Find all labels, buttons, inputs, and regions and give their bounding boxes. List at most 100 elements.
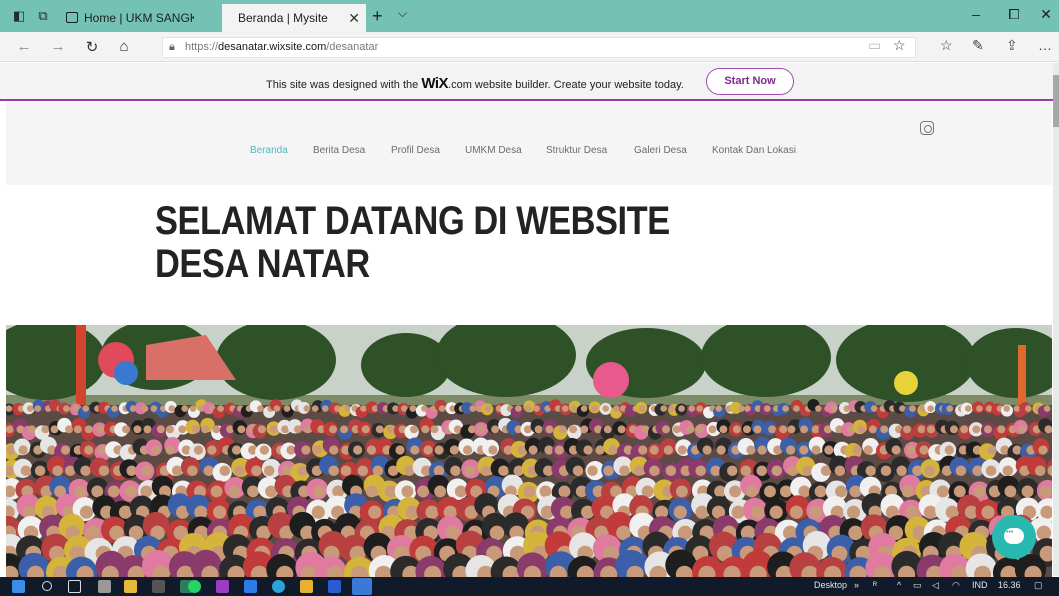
crowd-face: [303, 405, 311, 412]
people-tray-icon[interactable]: ᴿ: [873, 580, 877, 590]
chrome-icon[interactable]: [300, 580, 313, 593]
forward-button[interactable]: →: [48, 38, 68, 55]
more-icon[interactable]: …: [1038, 37, 1052, 53]
chevron-down-icon[interactable]: ⌵: [398, 6, 407, 21]
reading-view-icon[interactable]: ▭: [868, 37, 881, 54]
nav-item-kontak-lokasi[interactable]: Kontak Dan Lokasi: [712, 145, 796, 156]
crowd-face: [192, 425, 200, 434]
crowd-face: [63, 405, 70, 412]
close-tab-icon[interactable]: ✕: [348, 4, 360, 32]
wix-banner-text: This site was designed with the WiX.com …: [266, 75, 684, 92]
favorite-star-icon[interactable]: ☆: [893, 37, 906, 54]
clock[interactable]: 16.36: [998, 580, 1021, 590]
tab-actions-icon[interactable]: ◧: [12, 9, 26, 23]
set-aside-tabs-icon[interactable]: ⧉: [36, 9, 50, 23]
windows-start-icon[interactable]: [12, 580, 25, 593]
url-input[interactable]: 🔒︎ https://desanatar.wixsite.com/desanat…: [162, 37, 916, 58]
crowd-face: [187, 465, 198, 477]
nav-item-beranda[interactable]: Beranda: [250, 145, 288, 156]
telegram-icon[interactable]: [272, 580, 285, 593]
crowd-face: [329, 425, 337, 434]
web-note-icon[interactable]: ✎: [972, 37, 984, 54]
home-button[interactable]: ⌂: [114, 38, 134, 55]
crowd-face: [141, 405, 149, 412]
crowd-face: [695, 425, 704, 434]
crowd-face: [919, 445, 929, 455]
crowd-face: [768, 425, 777, 434]
crowd-face: [800, 425, 809, 434]
crowd-face: [263, 465, 275, 477]
share-icon[interactable]: ⇪: [1006, 37, 1018, 54]
store-icon[interactable]: [152, 580, 165, 593]
nav-item-galeri-desa[interactable]: Galeri Desa: [634, 145, 687, 156]
language-indicator[interactable]: IND: [972, 580, 988, 590]
crowd-face: [544, 445, 554, 455]
crowd-face: [1043, 405, 1051, 412]
crowd-face: [663, 445, 674, 455]
new-tab-button[interactable]: +: [372, 6, 383, 27]
start-now-button[interactable]: Start Now: [706, 68, 794, 95]
crowd-face: [74, 485, 87, 498]
crowd-face: [141, 465, 152, 477]
crowd-face: [927, 405, 934, 412]
nav-item-umkm-desa[interactable]: UMKM Desa: [465, 145, 522, 156]
battery-icon[interactable]: ▭: [913, 580, 922, 591]
crowd-face: [366, 445, 377, 455]
volume-icon[interactable]: ◁: [932, 580, 939, 591]
people-icon[interactable]: [98, 580, 111, 593]
crowd-face: [111, 405, 118, 412]
wifi-icon[interactable]: ◠: [952, 580, 960, 591]
back-button[interactable]: ←: [14, 38, 34, 55]
chevron-up-icon[interactable]: ^: [897, 580, 901, 590]
task-view-icon[interactable]: [68, 580, 81, 593]
crowd-face: [375, 425, 384, 434]
file-explorer-icon[interactable]: [124, 580, 137, 593]
crowd-face: [779, 425, 788, 434]
crowd-face: [617, 425, 626, 434]
crowd-face: [360, 405, 367, 412]
crowd-photo: [6, 325, 1052, 577]
crowd-face: [361, 425, 370, 434]
restore-button[interactable]: ⧠: [1004, 6, 1024, 23]
crowd-face: [558, 485, 571, 498]
notification-icon[interactable]: ▢: [1034, 580, 1043, 591]
word-icon[interactable]: [328, 580, 341, 593]
crowd-face: [20, 465, 32, 477]
edge-icon[interactable]: [352, 578, 372, 595]
whatsapp-icon[interactable]: [188, 580, 201, 593]
crowd-face: [726, 465, 738, 477]
tab-beranda[interactable]: Beranda | Mysite ✕: [222, 4, 366, 32]
crowd-face: [927, 425, 935, 434]
minimize-button[interactable]: –: [966, 6, 986, 22]
premiere-icon[interactable]: [216, 580, 229, 593]
favorites-hub-icon[interactable]: ☆: [940, 37, 953, 54]
refresh-button[interactable]: ↻: [82, 38, 102, 56]
crowd-face: [151, 445, 161, 455]
tab-home-ukm[interactable]: Home | UKM SANGKAR BUI: [62, 4, 194, 32]
nav-item-berita-desa[interactable]: Berita Desa: [313, 145, 365, 156]
instagram-icon[interactable]: [920, 121, 934, 135]
crowd-face: [569, 425, 578, 434]
crowd-face: [213, 505, 227, 519]
crowd-face: [34, 405, 42, 412]
nav-item-struktur-desa[interactable]: Struktur Desa: [546, 145, 607, 156]
photoshop-icon[interactable]: [244, 580, 257, 593]
crowd-face: [583, 445, 593, 455]
search-icon[interactable]: [42, 581, 52, 591]
crowd-face: [165, 445, 175, 455]
close-window-button[interactable]: ✕: [1036, 6, 1056, 23]
nav-item-profil-desa[interactable]: Profil Desa: [391, 145, 440, 156]
crowd-face: [835, 485, 847, 498]
chat-bubble-icon[interactable]: [992, 515, 1036, 559]
desktop-toolbar-label[interactable]: Desktop: [814, 580, 847, 590]
crowd-face: [438, 405, 446, 412]
crowd-face: [608, 445, 618, 455]
crowd-face: [454, 485, 467, 498]
crowd-face: [321, 405, 329, 412]
toolbar-chevron[interactable]: »: [854, 580, 859, 590]
page-scrollbar[interactable]: [1053, 63, 1059, 576]
crowd-face: [834, 465, 846, 477]
crowd-face: [649, 445, 659, 455]
crowd-face: [857, 425, 866, 434]
scrollbar-thumb[interactable]: [1053, 75, 1059, 127]
